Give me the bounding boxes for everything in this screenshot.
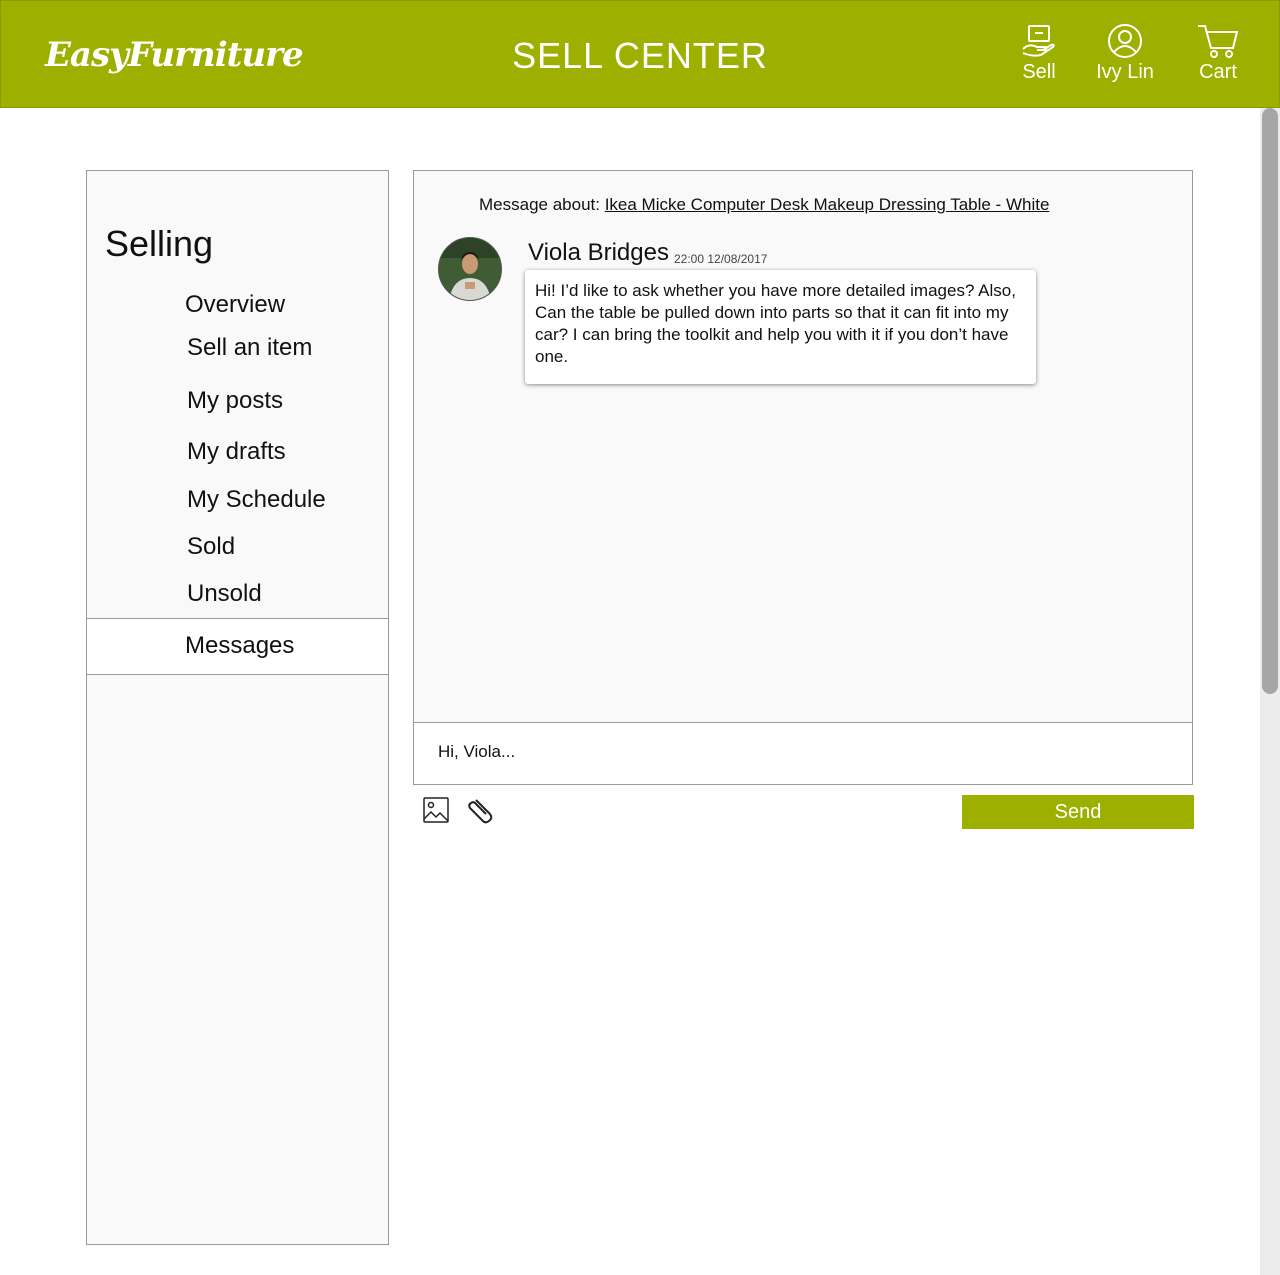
avatar-photo <box>439 238 501 300</box>
sidebar-item-unsold[interactable]: Unsold <box>187 580 262 608</box>
avatar[interactable] <box>438 237 502 301</box>
sidebar-item-my-schedule[interactable]: My Schedule <box>187 486 326 514</box>
message-timestamp: 22:00 12/08/2017 <box>674 252 768 266</box>
sell-button[interactable]: Sell <box>999 23 1079 84</box>
message-thread: Message about: Ikea Micke Computer Desk … <box>413 170 1193 722</box>
message-subject: Message about: Ikea Micke Computer Desk … <box>479 195 1049 215</box>
send-button[interactable]: Send <box>962 795 1194 829</box>
subject-prefix: Message about: <box>479 195 600 214</box>
sidebar-item-overview[interactable]: Overview <box>185 291 285 319</box>
reply-input[interactable] <box>438 742 1138 762</box>
account-button[interactable]: Ivy Lin <box>1085 23 1165 84</box>
top-header: EasyFurniture SELL CENTER Sell Ivy Lin C… <box>0 0 1280 108</box>
listing-link[interactable]: Ikea Micke Computer Desk Makeup Dressing… <box>605 195 1050 214</box>
sidebar-item-messages[interactable]: Messages <box>87 618 388 675</box>
cart-button[interactable]: Cart <box>1178 23 1258 84</box>
sidebar-item-sold[interactable]: Sold <box>187 533 235 561</box>
paperclip-icon[interactable] <box>467 796 495 829</box>
user-name: Ivy Lin <box>1096 61 1154 83</box>
user-icon <box>1108 24 1142 58</box>
sidebar-item-my-posts[interactable]: My posts <box>187 387 283 415</box>
sell-label: Sell <box>1022 61 1056 83</box>
sidebar: Selling Overview Sell an item My posts M… <box>86 170 389 1245</box>
scrollbar-thumb[interactable] <box>1262 108 1278 694</box>
cart-label: Cart <box>1199 61 1237 83</box>
message-bubble: Hi! I’d like to ask whether you have mor… <box>525 270 1036 384</box>
sidebar-item-sell-an-item[interactable]: Sell an item <box>187 334 312 362</box>
image-icon[interactable] <box>422 796 450 829</box>
sell-icon <box>1022 25 1055 57</box>
sidebar-item-my-drafts[interactable]: My drafts <box>187 438 286 466</box>
reply-box <box>413 722 1193 785</box>
cart-icon <box>1198 25 1239 58</box>
sender-name: Viola Bridges <box>528 239 669 266</box>
sidebar-title: Selling <box>105 223 214 264</box>
sidebar-item-messages-label: Messages <box>185 632 295 659</box>
